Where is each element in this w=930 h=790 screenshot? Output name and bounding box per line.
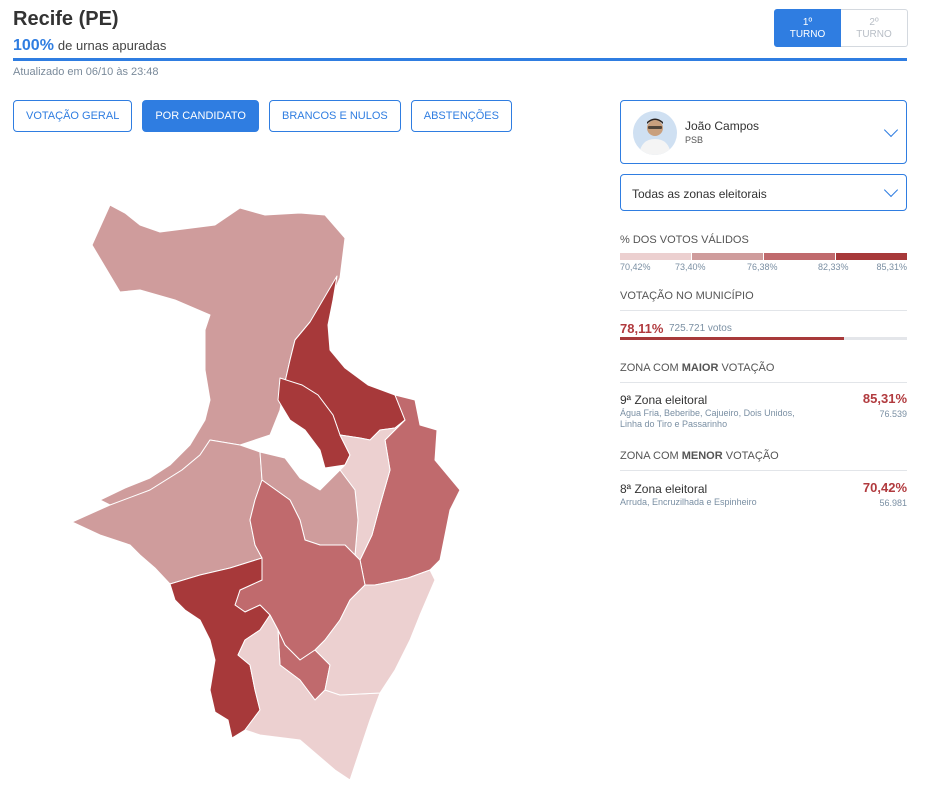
menor-zone-pct: 70,42% bbox=[862, 480, 907, 495]
menor-title: ZONA COM MENOR VOTAÇÃO bbox=[620, 450, 779, 462]
tab-por-candidato[interactable]: POR CANDIDATO bbox=[142, 100, 259, 132]
apuradas-pct: 100% bbox=[13, 37, 54, 54]
divider bbox=[620, 310, 907, 311]
divider bbox=[620, 382, 907, 383]
maior-zone-areas: Água Fria, Beberibe, Cajueiro, Dois Unid… bbox=[620, 408, 795, 429]
municipio-progress-fill bbox=[620, 337, 845, 340]
maior-title: ZONA COM MAIOR VOTAÇÃO bbox=[620, 362, 774, 374]
tab-brancos-nulos[interactable]: BRANCOS E NULOS bbox=[269, 100, 401, 132]
legend-tick: 76,38% bbox=[747, 262, 778, 272]
second-round-button[interactable]: 2º TURNO bbox=[841, 9, 908, 47]
tab-abstencoes[interactable]: ABSTENÇÕES bbox=[410, 100, 512, 132]
legend-tick: 85,31% bbox=[876, 262, 907, 272]
legend-swatch-4 bbox=[836, 253, 907, 260]
first-round-button[interactable]: 1º TURNO bbox=[774, 9, 841, 47]
municipio-votes: 725.721 votos bbox=[669, 323, 732, 334]
legend-swatch-3 bbox=[764, 253, 835, 260]
divider bbox=[620, 470, 907, 471]
zone-select-label: Todas as zonas eleitorais bbox=[632, 187, 767, 201]
candidate-avatar bbox=[633, 111, 677, 155]
legend-tick: 73,40% bbox=[675, 262, 706, 272]
maior-zone-votes: 76.539 bbox=[879, 409, 907, 419]
menor-title-bold: MENOR bbox=[681, 450, 723, 462]
legend-title: % DOS VOTOS VÁLIDOS bbox=[620, 234, 749, 246]
maior-title-bold: MAIOR bbox=[681, 362, 719, 374]
view-tabs: VOTAÇÃO GERAL POR CANDIDATO BRANCOS E NU… bbox=[13, 100, 512, 132]
municipio-progress bbox=[620, 337, 907, 340]
tab-votacao-geral[interactable]: VOTAÇÃO GERAL bbox=[13, 100, 133, 132]
menor-title-pre: ZONA COM bbox=[620, 450, 679, 462]
legend-swatch-1 bbox=[620, 253, 691, 260]
first-round-num: 1º bbox=[802, 17, 813, 28]
maior-title-pre: ZONA COM bbox=[620, 362, 679, 374]
first-round-label: TURNO bbox=[789, 29, 826, 40]
candidate-name: João Campos bbox=[685, 119, 760, 133]
updated-timestamp: Atualizado em 06/10 às 23:48 bbox=[13, 66, 159, 78]
turno-toggle: 1º TURNO 2º TURNO bbox=[774, 9, 908, 47]
legend-tick: 70,42% bbox=[620, 262, 651, 272]
maior-zone-name: 9ª Zona eleitoral bbox=[620, 393, 708, 407]
legend-tick: 82,33% bbox=[818, 262, 849, 272]
chevron-down-icon bbox=[883, 182, 899, 198]
zone-select[interactable]: Todas as zonas eleitorais bbox=[620, 174, 907, 211]
municipio-pct: 78,11% bbox=[620, 321, 664, 336]
legend-ticks: 70,42% 73,40% 76,38% 82,33% 85,31% bbox=[620, 262, 907, 274]
zones-map bbox=[71, 204, 461, 781]
zone-area-west[interactable] bbox=[71, 439, 263, 585]
candidate-party: PSB bbox=[685, 135, 704, 145]
menor-zone-areas: Arruda, Encruzilhada e Espinheiro bbox=[620, 497, 757, 507]
header-rule bbox=[13, 58, 907, 61]
apuradas-label: de urnas apuradas bbox=[57, 38, 167, 53]
page-title: Recife (PE) bbox=[13, 8, 119, 30]
chevron-down-icon bbox=[883, 122, 899, 138]
maior-zone-pct: 85,31% bbox=[862, 391, 907, 406]
menor-title-post: VOTAÇÃO bbox=[725, 450, 779, 462]
second-round-label: TURNO bbox=[856, 29, 892, 40]
menor-zone-name: 8ª Zona eleitoral bbox=[620, 482, 708, 496]
municipio-title: VOTAÇÃO NO MUNICÍPIO bbox=[620, 290, 754, 302]
legend-swatch-2 bbox=[692, 253, 763, 260]
apuradas-line: 100% de urnas apuradas bbox=[13, 37, 166, 55]
legend-bar bbox=[620, 253, 907, 260]
second-round-num: 2º bbox=[869, 17, 879, 28]
maior-title-post: VOTAÇÃO bbox=[721, 362, 775, 374]
menor-zone-votes: 56.981 bbox=[879, 498, 907, 508]
candidate-select[interactable]: João Campos PSB bbox=[620, 100, 907, 164]
